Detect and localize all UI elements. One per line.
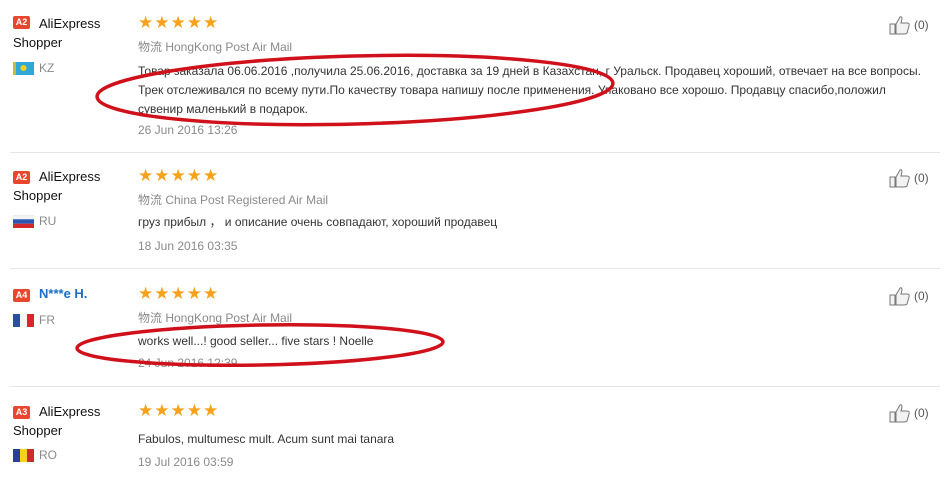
thumbs-up-icon[interactable] bbox=[888, 285, 912, 307]
helpful-count: (0) bbox=[914, 18, 929, 32]
star-rating: ★★★★★ bbox=[138, 166, 220, 185]
helpful-count: (0) bbox=[914, 171, 929, 185]
star-rating: ★★★★★ bbox=[138, 401, 220, 420]
review-date: 26 Jun 2016 13:26 bbox=[138, 123, 238, 137]
review-divider bbox=[10, 268, 940, 269]
thumbs-up-icon[interactable] bbox=[888, 14, 912, 36]
review-date: 19 Jul 2016 03:59 bbox=[138, 455, 234, 469]
helpful-count: (0) bbox=[914, 289, 929, 303]
review-date: 24 Jun 2016 12:39 bbox=[138, 356, 238, 370]
country-code: FR bbox=[39, 313, 55, 327]
buyer-level-badge: A4 bbox=[13, 289, 30, 302]
buyer-name[interactable]: N***e H. bbox=[39, 286, 87, 301]
buyer-name: AliExpress Shopper bbox=[13, 404, 101, 438]
feedback-text: Товар заказала 06.06.2016 ,получила 25.0… bbox=[138, 64, 921, 116]
flag-icon bbox=[13, 314, 34, 327]
thumbs-up-icon[interactable] bbox=[888, 167, 912, 189]
review-divider bbox=[10, 386, 940, 387]
helpful-button[interactable]: (0) bbox=[888, 402, 944, 424]
feedback-text: works well...! good seller... five stars… bbox=[138, 334, 374, 348]
logistics-method: 物流 China Post Registered Air Mail bbox=[138, 193, 329, 207]
flag-icon bbox=[13, 62, 34, 75]
star-rating: ★★★★★ bbox=[138, 13, 220, 32]
flag-icon bbox=[13, 449, 34, 462]
helpful-button[interactable]: (0) bbox=[888, 285, 944, 307]
country-code: RO bbox=[39, 448, 57, 462]
buyer-name: AliExpress Shopper bbox=[13, 169, 101, 203]
star-rating: ★★★★★ bbox=[138, 284, 220, 303]
review-divider bbox=[10, 152, 940, 153]
feedback-text: Fabulos, multumesc mult. Acum sunt mai t… bbox=[138, 432, 395, 446]
logistics-method: 物流 HongKong Post Air Mail bbox=[138, 40, 293, 54]
feedback-text: груз прибыл ， и описание очень совпадают… bbox=[138, 215, 498, 229]
thumbs-up-icon[interactable] bbox=[888, 402, 912, 424]
country-code: RU bbox=[39, 214, 57, 228]
country-code: KZ bbox=[39, 61, 55, 75]
helpful-button[interactable]: (0) bbox=[888, 14, 944, 36]
helpful-button[interactable]: (0) bbox=[888, 167, 944, 189]
review-date: 18 Jun 2016 03:35 bbox=[138, 239, 238, 253]
flag-icon bbox=[13, 215, 34, 228]
helpful-count: (0) bbox=[914, 406, 929, 420]
buyer-name: AliExpress Shopper bbox=[13, 16, 101, 50]
logistics-method: 物流 HongKong Post Air Mail bbox=[138, 311, 293, 325]
